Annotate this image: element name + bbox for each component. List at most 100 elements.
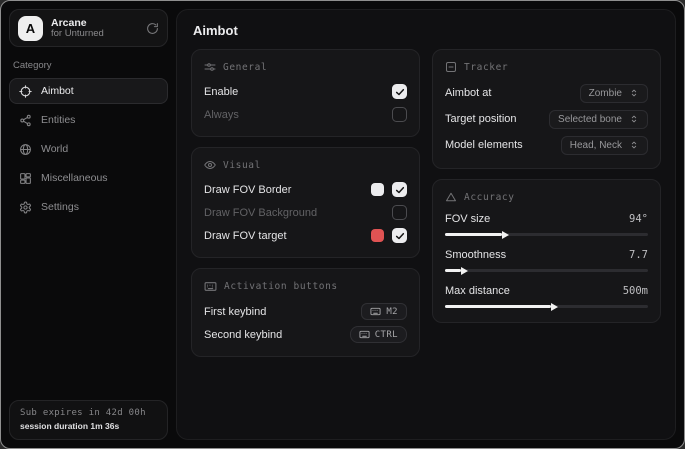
sidebar-item-label: Aimbot	[41, 85, 74, 97]
setting-label: Draw FOV Background	[204, 207, 317, 219]
sidebar-item-settings[interactable]: Settings	[9, 194, 168, 220]
sidebar-item-label: Settings	[41, 201, 79, 213]
setting-row-enable: Enable	[204, 80, 407, 103]
setting-row-fov-background: Draw FOV Background	[204, 201, 407, 224]
card-title: Accuracy	[464, 192, 515, 203]
card-title: Activation buttons	[224, 281, 338, 292]
second-keybind-button[interactable]: CTRL	[350, 326, 407, 343]
sidebar-item-label: Miscellaneous	[41, 172, 108, 184]
first-keybind-button[interactable]: M2	[361, 303, 407, 320]
slider-fill	[445, 305, 551, 308]
setting-row-model-elements: Model elements Head, Neck	[445, 132, 648, 158]
general-card-header: General	[204, 61, 407, 73]
sub-expires-text: Sub expires in 42d 00h	[20, 408, 157, 418]
general-card: General Enable Always	[191, 49, 420, 137]
setting-label: Model elements	[445, 139, 523, 151]
check-icon	[395, 231, 405, 241]
max-distance-slider[interactable]	[445, 305, 648, 308]
crosshair-icon	[19, 85, 32, 98]
gear-icon	[19, 201, 32, 214]
fov-border-checkbox[interactable]	[392, 182, 407, 197]
panel-minus-icon	[445, 61, 457, 73]
setting-row-aimbot-at: Aimbot at Zombie	[445, 80, 648, 106]
setting-label: Always	[204, 109, 239, 121]
card-title: Visual	[223, 160, 261, 171]
fov-size-slider[interactable]	[445, 233, 648, 236]
keybind-value: CTRL	[375, 330, 398, 340]
activation-card: Activation buttons First keybind M2 Seco…	[191, 268, 420, 357]
setting-label: Draw FOV Border	[204, 184, 291, 196]
slider-fill	[445, 233, 502, 236]
app-window: A Arcane for Unturned Category Aimbo	[0, 0, 685, 449]
session-duration-text: session duration 1m 36s	[20, 421, 157, 431]
share-nodes-icon	[19, 114, 32, 127]
setting-row-second-keybind: Second keybind CTRL	[204, 323, 407, 346]
page-title: Aimbot	[193, 23, 661, 38]
sidebar-item-world[interactable]: World	[9, 136, 168, 162]
setting-row-target-position: Target position Selected bone	[445, 106, 648, 132]
subscription-card: Sub expires in 42d 00h session duration …	[9, 400, 168, 440]
app-logo-letter: A	[26, 21, 35, 36]
sidebar-item-aimbot[interactable]: Aimbot	[9, 78, 168, 104]
fov-border-color-swatch[interactable]	[371, 183, 384, 196]
check-icon	[395, 87, 405, 97]
setting-label: FOV size	[445, 213, 490, 225]
slider-fill	[445, 269, 461, 272]
aimbot-at-dropdown[interactable]: Zombie	[580, 84, 648, 103]
sidebar-nav: Aimbot Entities World	[9, 78, 168, 220]
activation-card-header: Activation buttons	[204, 280, 407, 293]
sidebar-item-label: Entities	[41, 114, 75, 126]
smoothness-slider[interactable]	[445, 269, 648, 272]
keyboard-icon	[359, 329, 370, 340]
setting-label: Smoothness	[445, 249, 506, 261]
brand-card: A Arcane for Unturned	[9, 9, 168, 47]
fov-background-checkbox[interactable]	[392, 205, 407, 220]
tracker-card: Tracker Aimbot at Zombie Target position	[432, 49, 661, 169]
dropdown-value: Head, Neck	[570, 140, 622, 151]
keybind-value: M2	[386, 307, 398, 317]
sidebar: A Arcane for Unturned Category Aimbo	[1, 1, 176, 448]
tracker-card-header: Tracker	[445, 61, 648, 73]
max-distance-value: 500m	[623, 285, 648, 297]
model-elements-dropdown[interactable]: Head, Neck	[561, 136, 648, 155]
eye-icon	[204, 159, 216, 171]
setting-label: Enable	[204, 86, 238, 98]
visual-card-header: Visual	[204, 159, 407, 171]
triangle-icon	[445, 191, 457, 203]
brand-text: Arcane for Unturned	[51, 17, 138, 40]
fov-size-value: 94°	[629, 213, 648, 225]
main-panel: Aimbot General	[176, 9, 676, 440]
sliders-icon	[204, 61, 216, 73]
dropdown-value: Selected bone	[558, 114, 622, 125]
app-logo: A	[18, 16, 43, 41]
accuracy-card: Accuracy FOV size 94° Smoothness	[432, 179, 661, 323]
setting-label: Draw FOV target	[204, 230, 287, 242]
setting-label: Target position	[445, 113, 517, 125]
left-column: General Enable Always	[191, 49, 420, 367]
fov-target-color-swatch[interactable]	[371, 229, 384, 242]
setting-row-max-distance: Max distance 500m	[445, 282, 648, 308]
setting-row-always: Always	[204, 103, 407, 126]
visual-card: Visual Draw FOV Border Draw FOV Backgrou…	[191, 147, 420, 258]
chevrons-up-down-icon	[629, 140, 639, 150]
chevrons-up-down-icon	[629, 114, 639, 124]
setting-label: Second keybind	[204, 329, 282, 341]
enable-checkbox[interactable]	[392, 84, 407, 99]
layout-grid-icon	[19, 172, 32, 185]
setting-label: Aimbot at	[445, 87, 491, 99]
card-title: Tracker	[464, 62, 508, 73]
setting-label: Max distance	[445, 285, 510, 297]
setting-row-fov-border: Draw FOV Border	[204, 178, 407, 201]
globe-icon	[19, 143, 32, 156]
dropdown-value: Zombie	[589, 88, 622, 99]
target-position-dropdown[interactable]: Selected bone	[549, 110, 648, 129]
refresh-icon[interactable]	[146, 22, 159, 35]
sidebar-item-miscellaneous[interactable]: Miscellaneous	[9, 165, 168, 191]
smoothness-value: 7.7	[629, 249, 648, 261]
fov-target-checkbox[interactable]	[392, 228, 407, 243]
always-checkbox[interactable]	[392, 107, 407, 122]
check-icon	[395, 185, 405, 195]
category-label: Category	[13, 60, 164, 71]
sidebar-item-label: World	[41, 143, 68, 155]
sidebar-item-entities[interactable]: Entities	[9, 107, 168, 133]
